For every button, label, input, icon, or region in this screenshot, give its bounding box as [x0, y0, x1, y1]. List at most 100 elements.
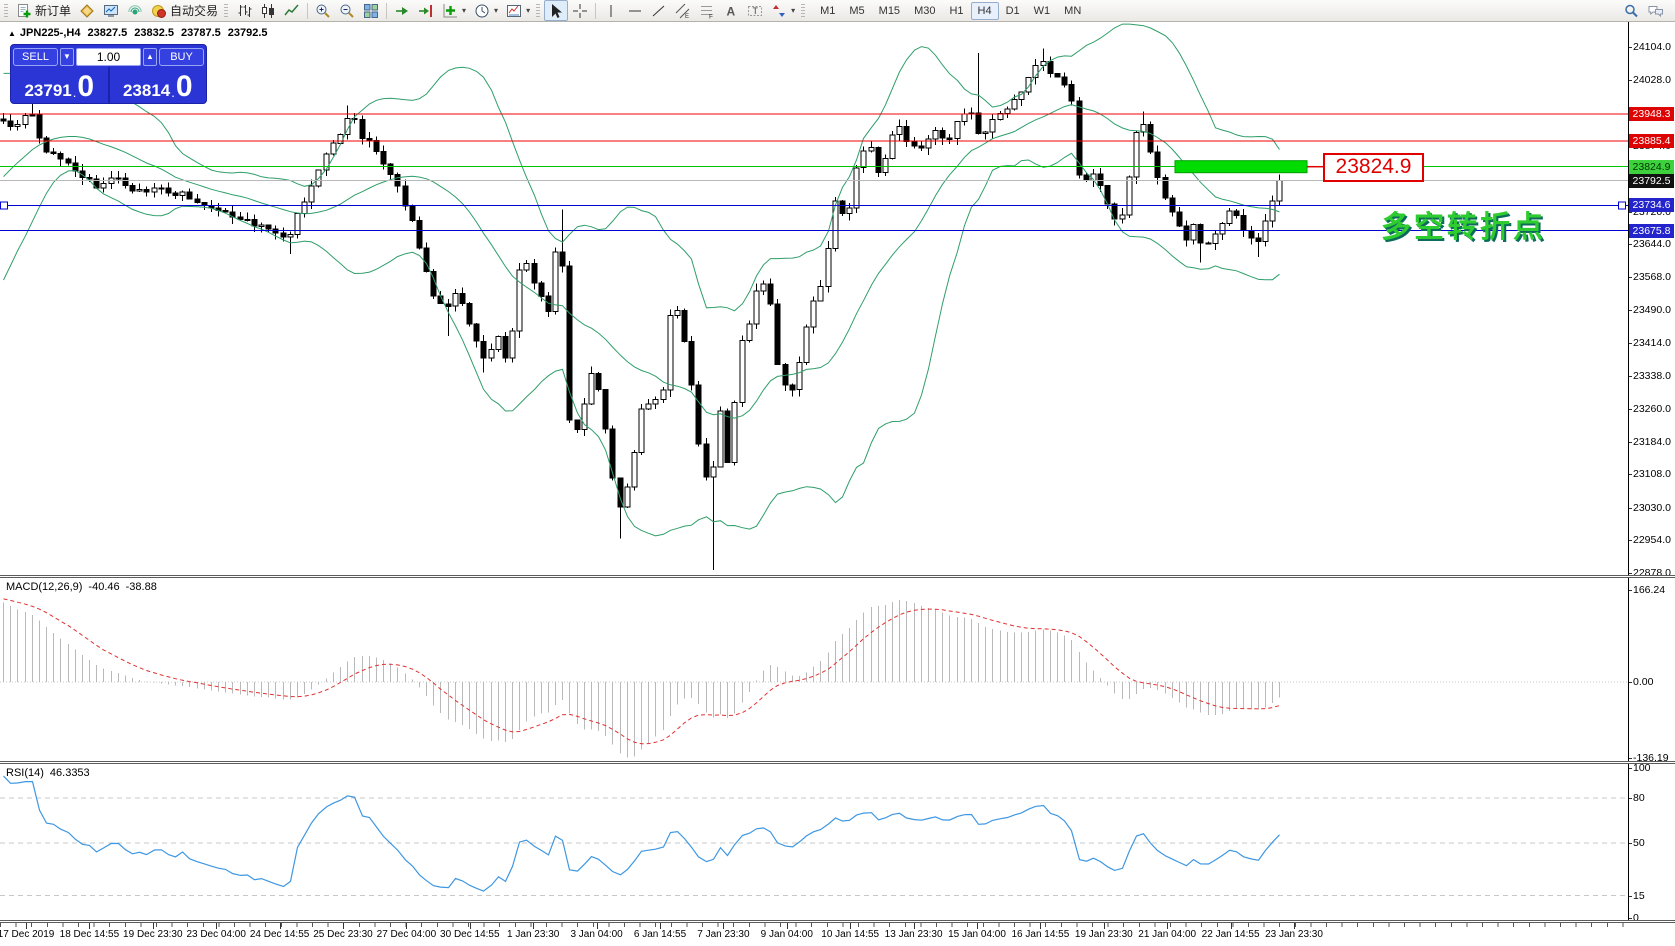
- arrows-button[interactable]: ▾: [767, 0, 799, 21]
- price-level-label: 23824.9: [1629, 160, 1674, 174]
- toolbar-grip[interactable]: [224, 4, 228, 18]
- timeframe-button-MN[interactable]: MN: [1057, 2, 1088, 20]
- sell-price-button[interactable]: 23791.0: [11, 67, 110, 103]
- time-axis-ticks: [0, 923, 1628, 927]
- time-axis-label: 18 Dec 14:55: [60, 929, 120, 940]
- timeframe-button-W1[interactable]: W1: [1027, 2, 1058, 20]
- toolbar-right-group: [1619, 0, 1669, 21]
- tile-windows-button[interactable]: [359, 0, 383, 21]
- sell-button[interactable]: SELL: [13, 48, 58, 66]
- time-axis-label: 25 Dec 23:30: [313, 929, 373, 940]
- time-axis-label: 24 Dec 14:55: [250, 929, 310, 940]
- rsi-axis-label: 15: [1633, 890, 1645, 902]
- auto-trading-label: 自动交易: [170, 2, 218, 19]
- low-value: 23787.5: [181, 27, 221, 39]
- macd-value: -40.46: [88, 581, 119, 593]
- text-button[interactable]: A: [719, 0, 743, 21]
- zoom-out-button[interactable]: [335, 0, 359, 21]
- price-tick-label: 24028.0: [1633, 74, 1671, 86]
- line-chart-button[interactable]: [280, 0, 304, 21]
- auto-trading-button[interactable]: 自动交易: [147, 0, 222, 21]
- trendline-button[interactable]: [647, 0, 671, 21]
- channel-button[interactable]: E: [671, 0, 695, 21]
- time-axis-label: 3 Jan 04:00: [570, 929, 622, 940]
- candle-wicks: [4, 49, 1280, 570]
- pane-separator[interactable]: [0, 575, 1675, 578]
- horizontal-line-icon: [627, 3, 643, 19]
- turning-point-note[interactable]: 多空转折点: [1381, 202, 1546, 246]
- time-axis-label: 30 Dec 14:55: [440, 929, 500, 940]
- auto-scroll-button[interactable]: [390, 0, 414, 21]
- price-tick-label: 23260.0: [1633, 403, 1671, 415]
- templates-icon: [506, 3, 522, 19]
- toolbar-separator: [307, 3, 308, 19]
- timeframe-button-D1[interactable]: D1: [999, 2, 1027, 20]
- timeframe-button-H1[interactable]: H1: [942, 2, 970, 20]
- chart-shift-icon: [418, 3, 434, 19]
- horizontal-line-button[interactable]: [623, 0, 647, 21]
- bar-chart-button[interactable]: [232, 0, 256, 21]
- time-axis-label: 19 Jan 23:30: [1075, 929, 1133, 940]
- time-axis-label: 7 Jan 23:30: [697, 929, 749, 940]
- toolbar-grip[interactable]: [536, 4, 540, 18]
- timeframe-button-M15[interactable]: M15: [872, 2, 907, 20]
- rsi-pane[interactable]: [0, 764, 1628, 920]
- price-callout-box[interactable]: 23824.9: [1323, 153, 1424, 182]
- price-level-label: 23885.4: [1629, 134, 1674, 148]
- pane-separator[interactable]: [0, 761, 1675, 764]
- toolbar-grip[interactable]: [4, 4, 8, 18]
- zoom-out-icon: [339, 3, 355, 19]
- fibonacci-button[interactable]: F: [695, 0, 719, 21]
- timeframe-button-H4[interactable]: H4: [971, 2, 999, 20]
- text-label-button[interactable]: T: [743, 0, 767, 21]
- candlestick-chart-button[interactable]: [256, 0, 280, 21]
- signals-button[interactable]: [123, 0, 147, 21]
- volume-up-button[interactable]: ▲: [143, 48, 157, 66]
- text-icon: A: [723, 3, 739, 19]
- sell-price-pips: 0: [77, 74, 94, 100]
- auto-trading-icon: [151, 3, 167, 19]
- buy-button[interactable]: BUY: [159, 48, 204, 66]
- fibonacci-icon: F: [699, 3, 715, 19]
- timeframe-button-M30[interactable]: M30: [907, 2, 942, 20]
- volume-input[interactable]: [76, 48, 141, 66]
- toolbar-grip[interactable]: [801, 4, 805, 18]
- templates-button[interactable]: ▾: [502, 0, 534, 21]
- volume-down-button[interactable]: ▼: [60, 48, 74, 66]
- candlesticks-icon: [260, 3, 276, 19]
- price-tick-label: 23414.0: [1633, 337, 1671, 349]
- close-value: 23792.5: [228, 27, 268, 39]
- macd-label: MACD(12,26,9)-40.46-38.88: [6, 581, 163, 593]
- timeframe-button-M5[interactable]: M5: [842, 2, 871, 20]
- pane-separator[interactable]: [0, 920, 1675, 923]
- macd-pane[interactable]: [0, 578, 1628, 761]
- periods-button[interactable]: ▾: [470, 0, 502, 21]
- highlight-rectangle: [1175, 161, 1307, 173]
- rsi-axis-label: 80: [1633, 792, 1645, 804]
- crosshair-button[interactable]: [568, 0, 592, 21]
- price-tick-label: 23184.0: [1633, 436, 1671, 448]
- main-price-chart[interactable]: [0, 22, 1628, 575]
- gold-diamond-button[interactable]: [75, 0, 99, 21]
- macd-histogram: [4, 600, 1280, 758]
- zoom-in-button[interactable]: [311, 0, 335, 21]
- chart-shift-button[interactable]: [414, 0, 438, 21]
- cursor-button[interactable]: [544, 0, 568, 21]
- one-click-prices: 23791.0 23814.0: [11, 67, 206, 103]
- time-axis-label: 16 Jan 14:55: [1011, 929, 1069, 940]
- price-level-label: 23792.5: [1629, 174, 1674, 188]
- price-level-label: 23948.3: [1629, 107, 1674, 121]
- search-button[interactable]: [1619, 0, 1643, 21]
- price-tick-label: 23644.0: [1633, 238, 1671, 250]
- comments-button[interactable]: [1643, 0, 1669, 21]
- new-order-button[interactable]: 新订单: [12, 0, 75, 21]
- svg-text:F: F: [709, 13, 713, 19]
- line-chart-icon: [284, 3, 300, 19]
- market-chart-button[interactable]: [99, 0, 123, 21]
- monitor-chart-icon: [103, 3, 119, 19]
- timeframe-button-M1[interactable]: M1: [813, 2, 842, 20]
- collapse-triangle-icon[interactable]: ▲: [8, 29, 16, 38]
- indicators-button[interactable]: ▾: [438, 0, 470, 21]
- buy-price-button[interactable]: 23814.0: [110, 67, 207, 103]
- vertical-line-button[interactable]: [599, 0, 623, 21]
